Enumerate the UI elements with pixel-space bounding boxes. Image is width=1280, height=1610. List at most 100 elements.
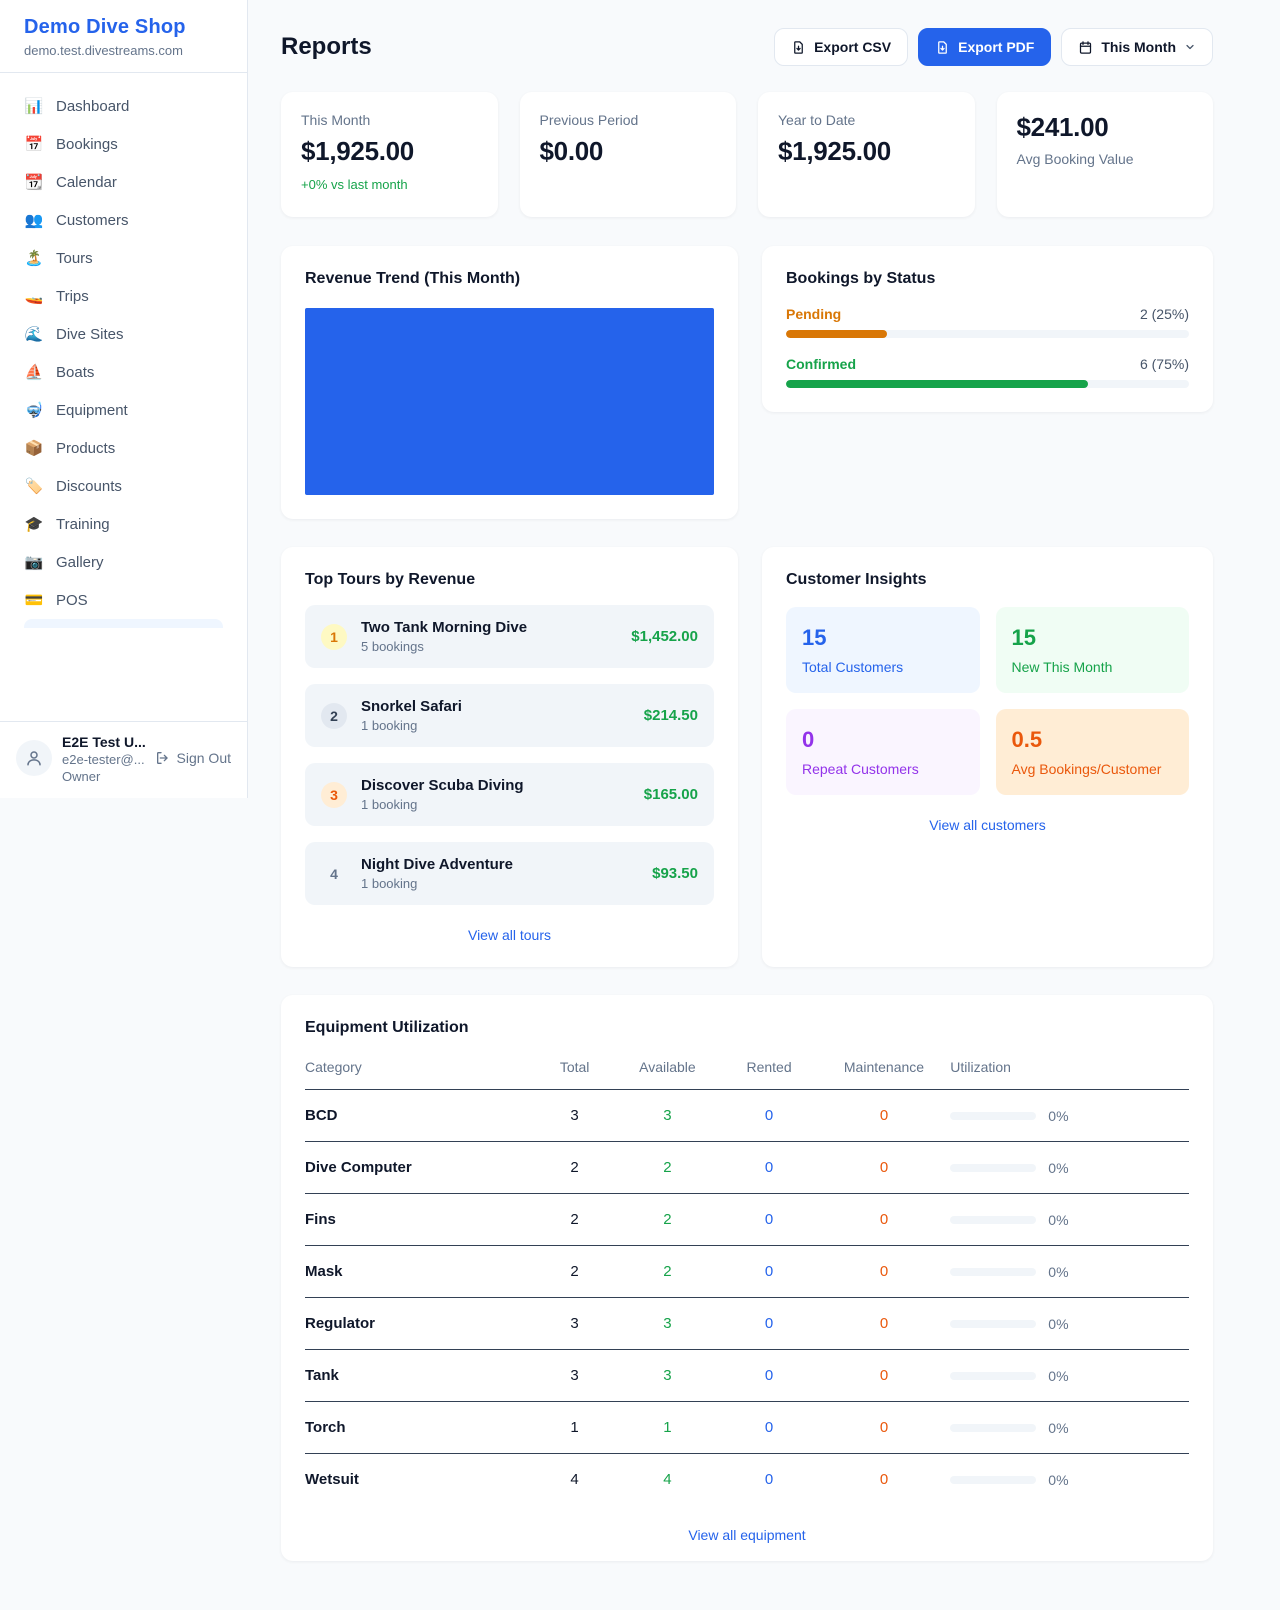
- cell-rented: 0: [720, 1298, 817, 1350]
- export-pdf-button[interactable]: Export PDF: [918, 28, 1051, 66]
- sidebar-item-gallery[interactable]: 📷 Gallery: [12, 543, 235, 581]
- cell-maintenance: 0: [818, 1402, 951, 1454]
- sidebar-item-label: Discounts: [56, 478, 122, 495]
- sidebar-item-label: Calendar: [56, 174, 117, 191]
- sidebar-item-equipment[interactable]: 🤿 Equipment: [12, 391, 235, 429]
- tile-label: New This Month: [1012, 659, 1174, 675]
- sidebar-nav: 📊 Dashboard 📅 Bookings 📆 Calendar 👥 Cust…: [0, 73, 247, 721]
- utilization-bar: [950, 1164, 1036, 1172]
- user-email: e2e-tester@...: [62, 752, 145, 767]
- column-header-available: Available: [614, 1051, 720, 1090]
- table-row: Fins 2 2 0 0 0%: [305, 1194, 1189, 1246]
- cell-rented: 0: [720, 1142, 817, 1194]
- status-row-confirmed: Confirmed 6 (75%): [786, 356, 1189, 388]
- tile-value: 15: [1012, 625, 1174, 651]
- user-icon: [25, 749, 43, 767]
- sidebar-item-label: Bookings: [56, 136, 118, 153]
- cell-total: 2: [535, 1194, 615, 1246]
- export-csv-button[interactable]: Export CSV: [774, 28, 908, 66]
- cell-total: 1: [535, 1402, 615, 1454]
- tile-label: Total Customers: [802, 659, 964, 675]
- cell-category: Dive Computer: [305, 1142, 535, 1194]
- sidebar-item-customers[interactable]: 👥 Customers: [12, 201, 235, 239]
- sidebar-item-tours[interactable]: 🏝️ Tours: [12, 239, 235, 277]
- brand-domain: demo.test.divestreams.com: [24, 43, 223, 58]
- insights-row: Top Tours by Revenue 1 Two Tank Morning …: [281, 547, 1213, 967]
- table-row: BCD 3 3 0 0 0%: [305, 1090, 1189, 1142]
- calendar-icon: [1078, 40, 1093, 55]
- tour-name: Night Dive Adventure: [361, 856, 638, 873]
- tour-row: 2 Snorkel Safari 1 booking $214.50: [305, 684, 714, 747]
- sidebar-item-reports-partial[interactable]: [24, 619, 223, 628]
- view-all-equipment-link[interactable]: View all equipment: [305, 1527, 1189, 1543]
- status-label-confirmed: Confirmed: [786, 356, 856, 372]
- status-count-confirmed: 6 (75%): [1140, 356, 1189, 372]
- sidebar-item-training[interactable]: 🎓 Training: [12, 505, 235, 543]
- cell-category: Torch: [305, 1402, 535, 1454]
- tile-value: 0: [802, 727, 964, 753]
- status-bar-fill-confirmed: [786, 380, 1088, 388]
- cell-rented: 0: [720, 1246, 817, 1298]
- utilization-bar: [950, 1216, 1036, 1224]
- cell-maintenance: 0: [818, 1350, 951, 1402]
- cell-total: 3: [535, 1350, 615, 1402]
- stat-value: $241.00: [1017, 112, 1194, 143]
- cell-utilization: 0%: [1048, 1160, 1068, 1176]
- column-header-maintenance: Maintenance: [818, 1051, 951, 1090]
- status-row-pending: Pending 2 (25%): [786, 306, 1189, 338]
- cell-utilization: 0%: [1048, 1108, 1068, 1124]
- dive-sites-icon: 🌊: [24, 325, 44, 343]
- table-row: Mask 2 2 0 0 0%: [305, 1246, 1189, 1298]
- sidebar-item-dashboard[interactable]: 📊 Dashboard: [12, 87, 235, 125]
- sidebar-item-boats[interactable]: ⛵ Boats: [12, 353, 235, 391]
- sidebar-item-discounts[interactable]: 🏷️ Discounts: [12, 467, 235, 505]
- customer-insights-title: Customer Insights: [786, 571, 1189, 589]
- brand-name: Demo Dive Shop: [24, 16, 223, 39]
- avatar: [16, 740, 52, 776]
- cell-total: 2: [535, 1246, 615, 1298]
- utilization-bar: [950, 1268, 1036, 1276]
- view-all-customers-link[interactable]: View all customers: [786, 817, 1189, 833]
- sidebar-item-label: Dashboard: [56, 98, 129, 115]
- tour-bookings: 1 booking: [361, 718, 630, 733]
- stat-label: Year to Date: [778, 112, 955, 128]
- cell-utilization: 0%: [1048, 1368, 1068, 1384]
- sidebar-item-products[interactable]: 📦 Products: [12, 429, 235, 467]
- view-all-tours-link[interactable]: View all tours: [305, 927, 714, 943]
- equipment-table: Category Total Available Rented Maintena…: [305, 1051, 1189, 1505]
- sidebar-item-calendar[interactable]: 📆 Calendar: [12, 163, 235, 201]
- cell-category: Regulator: [305, 1298, 535, 1350]
- rank-badge: 1: [321, 624, 347, 650]
- table-row: Tank 3 3 0 0 0%: [305, 1350, 1189, 1402]
- utilization-bar: [950, 1424, 1036, 1432]
- tour-bookings: 1 booking: [361, 876, 638, 891]
- column-header-total: Total: [535, 1051, 615, 1090]
- period-dropdown[interactable]: This Month: [1061, 28, 1213, 66]
- stat-card-this-month: This Month $1,925.00 +0% vs last month: [281, 92, 498, 217]
- cell-total: 3: [535, 1090, 615, 1142]
- tour-revenue: $93.50: [652, 865, 698, 882]
- sidebar-item-pos[interactable]: 💳 POS: [12, 581, 235, 619]
- stat-card-previous-period: Previous Period $0.00: [520, 92, 737, 217]
- pos-icon: 💳: [24, 591, 44, 609]
- cell-available: 2: [614, 1194, 720, 1246]
- stat-value: $0.00: [540, 136, 717, 167]
- cell-available: 1: [614, 1402, 720, 1454]
- user-meta: E2E Test U... e2e-tester@... Owner: [62, 734, 145, 784]
- table-row: Wetsuit 4 4 0 0 0%: [305, 1454, 1189, 1506]
- cell-rented: 0: [720, 1090, 817, 1142]
- cell-available: 2: [614, 1246, 720, 1298]
- cell-category: Fins: [305, 1194, 535, 1246]
- tour-name: Two Tank Morning Dive: [361, 619, 617, 636]
- status-bar-track: [786, 330, 1189, 338]
- bookings-by-status-title: Bookings by Status: [786, 270, 1189, 288]
- cell-category: Mask: [305, 1246, 535, 1298]
- sidebar-item-bookings[interactable]: 📅 Bookings: [12, 125, 235, 163]
- tours-icon: 🏝️: [24, 249, 44, 267]
- sidebar-item-dive-sites[interactable]: 🌊 Dive Sites: [12, 315, 235, 353]
- sidebar-item-trips[interactable]: 🚤 Trips: [12, 277, 235, 315]
- charts-row: Revenue Trend (This Month) Bookings by S…: [281, 246, 1213, 519]
- main-content: Reports Export CSV Export PDF This Month: [248, 0, 1280, 1601]
- sign-out-button[interactable]: Sign Out: [155, 750, 231, 766]
- stat-card-avg-booking-value: $241.00 Avg Booking Value: [997, 92, 1214, 217]
